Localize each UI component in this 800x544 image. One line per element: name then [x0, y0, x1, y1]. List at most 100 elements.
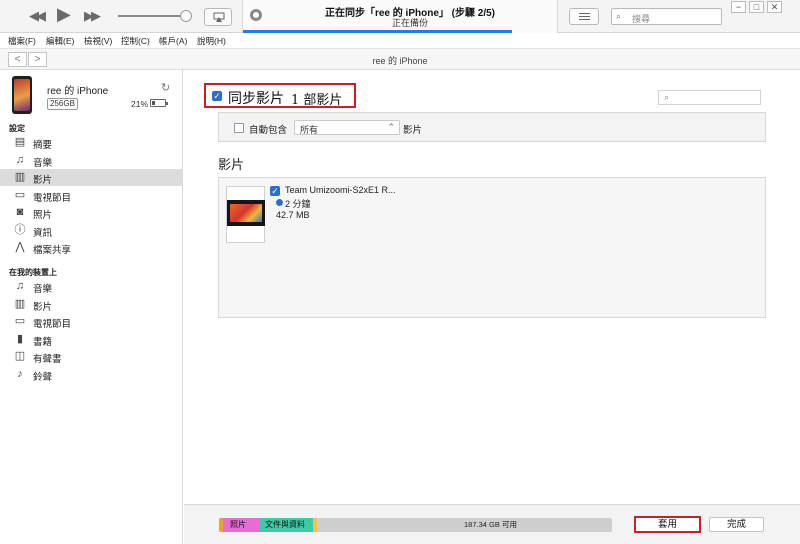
menu-controls[interactable]: 控制(C): [121, 35, 150, 47]
sync-icon[interactable]: ↻: [161, 81, 170, 94]
auto-include-row: 自動包含 所有 ⌃ 影片: [218, 112, 766, 142]
menu-view[interactable]: 檢視(V): [84, 35, 112, 47]
unwatched-dot-icon: [276, 199, 283, 206]
close-button[interactable]: ✕: [767, 1, 782, 13]
book-icon: ▮: [16, 332, 24, 345]
settings-item-label: 音樂: [33, 157, 53, 169]
settings-item[interactable]: ▥ 影片: [0, 169, 182, 186]
on-device-item-label: 鈴聲: [33, 371, 53, 383]
list-icon: [579, 13, 590, 14]
movie-duration: 2 分鐘: [285, 199, 311, 209]
on-device-item-label: 音樂: [33, 284, 53, 295]
navigation-bar: < > ree 的 iPhone: [0, 48, 800, 70]
search-icon: ⌕: [664, 92, 670, 102]
film-icon: ▥: [14, 297, 26, 310]
on-device-item-label: 電視節目: [33, 319, 72, 330]
sidebar: ree 的 iPhone ↻ 256GB 21% 設定 ▤ 摘要 ♫ 音樂 ▥ 影片 ▭ 電視…: [0, 70, 183, 544]
list-icon-line: [579, 16, 590, 17]
storage-usage-bar: 照片 文件與資料 187.34 GB 可用: [219, 518, 612, 532]
film-icon: ▥: [14, 171, 26, 183]
next-track-button[interactable]: ▶▶: [84, 8, 101, 24]
apply-button[interactable]: 套用: [634, 516, 701, 533]
maximize-button[interactable]: □: [749, 1, 764, 13]
settings-item-label: 影片: [33, 175, 53, 186]
settings-item[interactable]: ♫ 音樂: [0, 152, 182, 169]
on-device-item[interactable]: ▮ 書籍: [0, 331, 182, 348]
storage-segment-misc: [313, 518, 317, 532]
settings-item-label: 電視節目: [33, 192, 72, 204]
sync-movies-header: ✓ 同步影片 1 部影片: [204, 83, 356, 108]
music-icon: ♫: [15, 153, 25, 166]
filter-search-input[interactable]: ⌕: [658, 90, 761, 105]
tv-icon: ▭: [14, 315, 26, 327]
airplay-icon: [213, 12, 225, 22]
on-device-item[interactable]: ▭ 電視節目: [0, 313, 182, 330]
on-device-section-label: 在我的裝置上: [9, 268, 57, 277]
sync-status-icon: [250, 9, 262, 21]
on-device-item-label: 書籍: [33, 336, 53, 348]
play-button[interactable]: ▶: [57, 5, 71, 23]
menu-help[interactable]: 說明(H): [197, 35, 226, 47]
menu-file[interactable]: 檔案(F): [8, 35, 36, 47]
menu-account[interactable]: 帳戶(A): [159, 35, 187, 47]
settings-item[interactable]: ⋀ 檔案共享: [0, 239, 182, 256]
settings-item-label: 檔案共享: [33, 245, 72, 256]
battery-level: [152, 101, 155, 105]
settings-item-label: 資訊: [33, 227, 53, 239]
on-device-item[interactable]: ◫ 有聲書: [0, 348, 182, 365]
movies-heading: 影片: [218, 157, 245, 172]
info-icon: ⓘ: [14, 223, 26, 236]
airplay-button[interactable]: [204, 8, 232, 26]
bottom-bar: 照片 文件與資料 187.34 GB 可用 套用 完成: [184, 504, 800, 544]
settings-section-label: 設定: [9, 124, 25, 133]
chevron-updown-icon: ⌃: [387, 122, 395, 132]
on-device-item[interactable]: ♫ 音樂: [0, 278, 182, 295]
capacity-badge: 256GB: [47, 98, 78, 110]
list-view-button[interactable]: [569, 8, 599, 25]
previous-track-button[interactable]: ◀◀: [29, 8, 46, 24]
storage-free-text: 187.34 GB 可用: [464, 520, 517, 529]
settings-item[interactable]: ◙ 照片: [0, 204, 182, 221]
music-icon: ♫: [15, 280, 25, 292]
bell-icon: ♪: [17, 367, 23, 380]
movie-size: 42.7 MB: [276, 210, 310, 220]
on-device-item-label: 影片: [33, 301, 53, 313]
sync-status-subtitle: 正在備份: [391, 18, 428, 28]
auto-include-value: 所有: [300, 125, 319, 135]
movie-thumbnail: [227, 200, 265, 226]
storage-segment-documents: 文件與資料: [260, 518, 313, 532]
menu-edit[interactable]: 編輯(E): [46, 35, 74, 47]
status-display: 正在同步「ree 的 iPhone」 (步驟 2/5) 正在備份: [242, 0, 558, 33]
movie-checkbox[interactable]: ✓: [270, 186, 280, 196]
settings-item[interactable]: ▭ 電視節目: [0, 187, 182, 204]
search-input[interactable]: ⌕ 搜尋: [611, 8, 722, 25]
share-icon: ⋀: [15, 241, 25, 253]
minimize-button[interactable]: −: [731, 1, 746, 13]
done-button[interactable]: 完成: [709, 517, 764, 532]
search-placeholder: 搜尋: [632, 14, 651, 24]
camera-icon: ◙: [16, 206, 24, 218]
toolbar: ◀◀ ▶ ▶▶ 正在同步「ree 的 iPhone」 (步驟 2/5) 正在備份…: [0, 0, 800, 33]
volume-slider-knob[interactable]: [180, 10, 192, 22]
on-device-item[interactable]: ▥ 影片: [0, 296, 182, 313]
battery-icon: [150, 99, 168, 107]
storage-segment-photos: 照片: [223, 518, 260, 532]
movie-title: Team Umizoomi-S2xE1 R...: [285, 185, 396, 195]
on-device-item[interactable]: ♪ 鈴聲: [0, 366, 182, 383]
list-icon-line: [579, 19, 590, 20]
sync-movies-title: 同步影片: [228, 90, 284, 106]
auto-include-select[interactable]: 所有 ⌃: [294, 120, 400, 135]
settings-item[interactable]: ⓘ 資訊: [0, 222, 182, 239]
settings-item[interactable]: ▤ 摘要: [0, 134, 182, 151]
main-content: ✓ 同步影片 1 部影片 ⌕ 自動包含 所有 ⌃ 影片 影片 ✓ Team Um…: [184, 70, 800, 544]
summary-icon: ▤: [14, 136, 26, 148]
settings-item-label: 摘要: [33, 140, 53, 151]
menu-bar: 檔案(F) 編輯(E) 檢視(V) 控制(C) 帳戶(A) 說明(H): [0, 33, 800, 47]
auto-include-suffix: 影片: [403, 125, 423, 136]
auto-include-checkbox[interactable]: [234, 123, 244, 133]
sync-movies-count: 1 部影片: [291, 93, 343, 108]
on-device-item-label: 有聲書: [33, 354, 62, 365]
auto-include-label: 自動包含: [249, 125, 288, 136]
volume-slider-track[interactable]: [118, 15, 188, 17]
sync-movies-checkbox[interactable]: ✓: [212, 91, 222, 101]
